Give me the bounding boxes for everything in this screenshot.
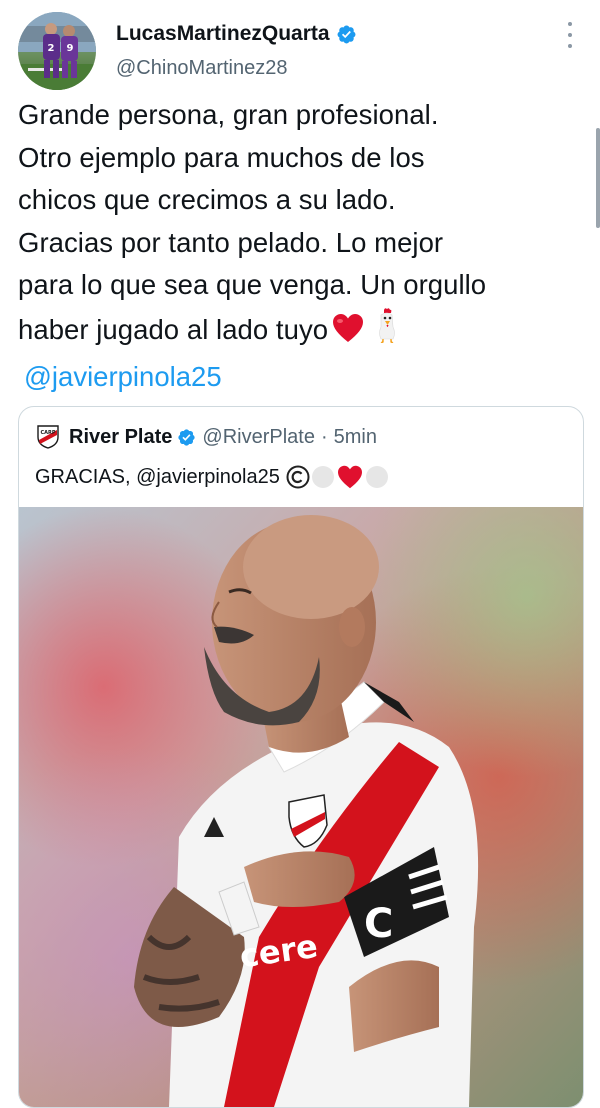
avatar-number-2: 2 <box>48 43 55 54</box>
quoted-text: GRACIAS, @javierpinola25 <box>35 465 280 488</box>
tweet-text-last-line: haber jugado al lado tuyo <box>18 313 329 345</box>
more-options-icon[interactable] <box>566 22 574 48</box>
tweet-text-line: chicos que crecimos a su lado. <box>18 184 396 215</box>
author-handle[interactable]: @ChinoMartinez28 <box>116 57 288 80</box>
tweet-text-line: Otro ejemplo para muchos de los <box>18 141 425 173</box>
svg-text:CARP: CARP <box>40 430 55 436</box>
tweet-text-line: Gracias por tanto pelado. Lo mejor <box>18 226 444 258</box>
white-circle-icon <box>311 466 334 488</box>
player-photo: C cere <box>19 507 583 1107</box>
verified-badge-icon <box>178 428 196 446</box>
red-heart-icon <box>337 465 362 489</box>
river-plate-crest-icon: CARP <box>37 425 59 449</box>
quoted-author-name[interactable]: River Plate <box>69 426 172 449</box>
tweet-card: 2 9 LucasMartinezQuarta @ChinoMartinez28… <box>0 0 600 1108</box>
avatar-number-9: 9 <box>67 43 74 54</box>
quoted-tweet-photo[interactable]: C cere <box>19 507 583 1107</box>
mention-link[interactable]: @javierpinola25 <box>24 356 222 398</box>
tweet-text-line: Grande persona, gran profesional. <box>18 99 439 130</box>
quoted-timestamp[interactable]: 5min <box>334 426 377 449</box>
quoted-tweet-header: CARP River Plate @RiverPlate · 5min <box>37 423 377 451</box>
tweet-text-line: para lo que sea que venga. Un orgullo <box>18 269 487 300</box>
avatar[interactable]: 2 9 <box>18 12 96 90</box>
tweet-text: Grande persona, gran profesional. Otro e… <box>18 94 588 351</box>
scrollbar[interactable] <box>596 128 600 228</box>
quoted-tweet[interactable]: CARP River Plate @RiverPlate · 5min GRAC… <box>18 406 584 1108</box>
tweet-header: 2 9 LucasMartinezQuarta @ChinoMartinez28 <box>18 12 582 92</box>
quoted-author-handle[interactable]: @RiverPlate <box>202 426 315 449</box>
avatar-image: 2 9 <box>18 12 96 90</box>
red-heart-icon <box>333 313 364 342</box>
author-name[interactable]: LucasMartinezQuarta <box>116 22 330 46</box>
meta-separator: · <box>320 425 328 448</box>
author-name-row[interactable]: LucasMartinezQuarta <box>116 22 357 46</box>
rooster-icon <box>379 307 395 343</box>
quoted-tweet-text: GRACIAS, @javierpinola25 <box>35 465 388 489</box>
armband-letter: C <box>364 901 393 947</box>
copyright-icon <box>286 465 310 489</box>
verified-badge-icon <box>337 25 356 43</box>
tweet-text-line-with-emoji: haber jugado al lado tuyo <box>18 307 588 352</box>
white-circle-icon <box>365 466 388 488</box>
